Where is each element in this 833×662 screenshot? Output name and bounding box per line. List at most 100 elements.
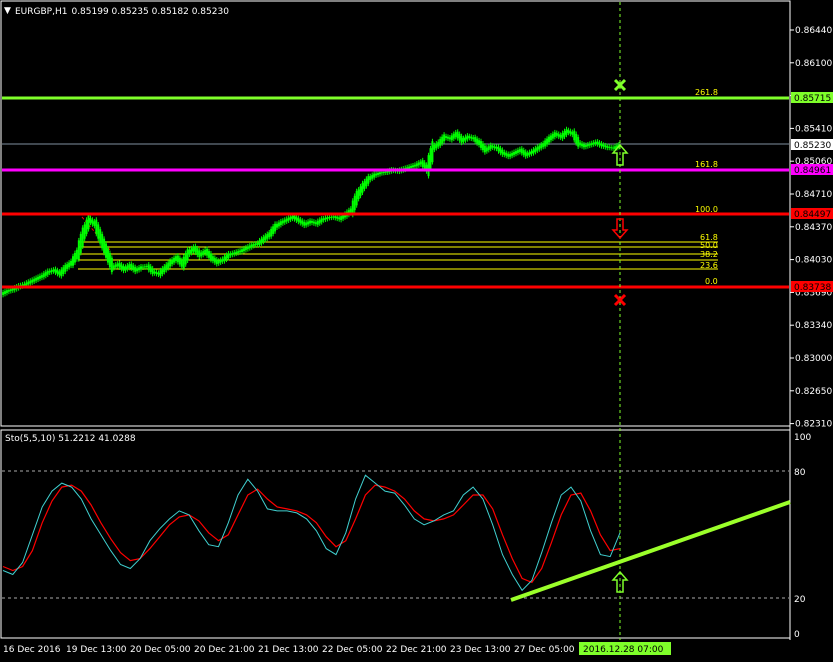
svg-text:100.0: 100.0 xyxy=(695,205,718,214)
svg-text:16 Dec 2016: 16 Dec 2016 xyxy=(3,645,61,655)
candle-body xyxy=(377,172,380,175)
svg-text:27 Dec 05:00: 27 Dec 05:00 xyxy=(514,645,575,655)
candle-body xyxy=(56,270,59,274)
candle-body xyxy=(361,183,364,193)
candle-body xyxy=(476,138,479,144)
candle-body xyxy=(186,249,189,261)
level-0-0[interactable]: 0.0 0.83738 xyxy=(2,277,833,293)
candle-body xyxy=(318,219,321,224)
stoch-axis-80: 80 xyxy=(794,468,806,478)
candle-body xyxy=(413,164,416,167)
candle-body xyxy=(233,252,236,255)
candle-body xyxy=(437,141,440,147)
candle-body xyxy=(143,266,146,268)
candle-body xyxy=(419,161,422,165)
candle-body xyxy=(167,262,170,269)
candle-body xyxy=(42,273,45,278)
candle-body xyxy=(68,262,71,268)
candle-body xyxy=(112,265,115,269)
candle-body xyxy=(600,143,603,147)
svg-text:22 Dec 05:00: 22 Dec 05:00 xyxy=(322,645,383,655)
svg-text:22 Dec 21:00: 22 Dec 21:00 xyxy=(386,645,447,655)
candle-body xyxy=(365,178,368,187)
candle-body xyxy=(118,262,121,268)
candle-body xyxy=(87,214,90,230)
candle-body xyxy=(322,218,325,221)
candle-body xyxy=(567,130,570,133)
candle-body xyxy=(141,266,144,268)
candle-body xyxy=(5,290,8,294)
candle-body xyxy=(532,149,535,154)
candle-body xyxy=(283,219,286,223)
candle-body xyxy=(443,134,446,142)
candle-body xyxy=(70,260,73,266)
candle-body xyxy=(439,138,442,146)
price-tick-label: 0.85410 xyxy=(795,124,832,134)
candle-body xyxy=(9,289,12,292)
candle-body xyxy=(297,218,300,222)
candle-body xyxy=(466,135,469,140)
candle-body xyxy=(454,132,457,138)
candle-body xyxy=(565,129,568,135)
candle-body xyxy=(548,136,550,143)
candle-body xyxy=(316,220,319,225)
candle-body xyxy=(336,216,339,219)
price-tick-label: 0.84710 xyxy=(795,190,832,200)
sell-arrow-icon[interactable] xyxy=(611,218,629,240)
stoch-trendline[interactable] xyxy=(510,500,791,602)
candle-body xyxy=(180,259,183,267)
candle-body xyxy=(367,176,370,184)
candle-body xyxy=(378,172,381,175)
candle-body xyxy=(105,243,108,258)
candle-body xyxy=(524,151,527,157)
candle-body xyxy=(412,165,414,168)
candle-body xyxy=(309,220,312,224)
candle-body xyxy=(173,257,176,263)
candle-body xyxy=(429,148,432,170)
price-tick-label: 0.86440 xyxy=(795,26,832,36)
candle-body xyxy=(359,186,362,196)
candle-body xyxy=(128,264,131,268)
trading-chart[interactable]: ▼ EURGBP,H1 0.85199 0.85235 0.85182 0.852… xyxy=(0,0,833,662)
candle-body xyxy=(421,160,424,167)
level-161-8[interactable]: 161.8 0.84961 xyxy=(2,160,833,176)
candle-body xyxy=(176,255,179,263)
candle-body xyxy=(332,216,335,218)
candle-body xyxy=(551,133,554,139)
candle-body xyxy=(52,269,55,272)
candle-body xyxy=(285,218,288,222)
candle-body xyxy=(293,215,296,220)
candle-body xyxy=(380,172,383,174)
candle-body xyxy=(163,266,166,273)
candle-body xyxy=(590,143,593,145)
level-261-8[interactable]: 261.8 0.85715 xyxy=(2,88,833,104)
candle-body xyxy=(256,242,259,245)
candle-body xyxy=(120,264,123,270)
candle-body xyxy=(604,145,607,148)
level-100-0[interactable]: 100.0 0.84497 xyxy=(2,205,833,220)
collapse-arrow-icon[interactable]: ▼ xyxy=(4,6,11,16)
candle-body xyxy=(410,165,413,168)
candle-body xyxy=(588,143,591,146)
candle-body xyxy=(85,219,88,234)
candle-body xyxy=(231,253,234,255)
candle-body xyxy=(415,163,418,167)
candle-body xyxy=(324,217,327,220)
svg-text:0.85715: 0.85715 xyxy=(794,94,831,104)
candle-body xyxy=(369,176,372,180)
candle-body xyxy=(446,136,449,139)
candle-body xyxy=(99,229,102,244)
candle-body xyxy=(235,251,238,254)
candle-body xyxy=(592,142,595,145)
candle-body xyxy=(2,292,5,295)
candle-body xyxy=(155,272,158,274)
candle-body xyxy=(157,272,160,275)
candle-body xyxy=(23,283,26,286)
stoch-main-line xyxy=(2,474,621,592)
candle-body xyxy=(198,250,201,258)
candle-body xyxy=(338,217,341,220)
candle-body xyxy=(122,266,125,271)
candle-body xyxy=(66,264,69,269)
candle-body xyxy=(295,216,298,221)
candle-body xyxy=(244,247,247,251)
